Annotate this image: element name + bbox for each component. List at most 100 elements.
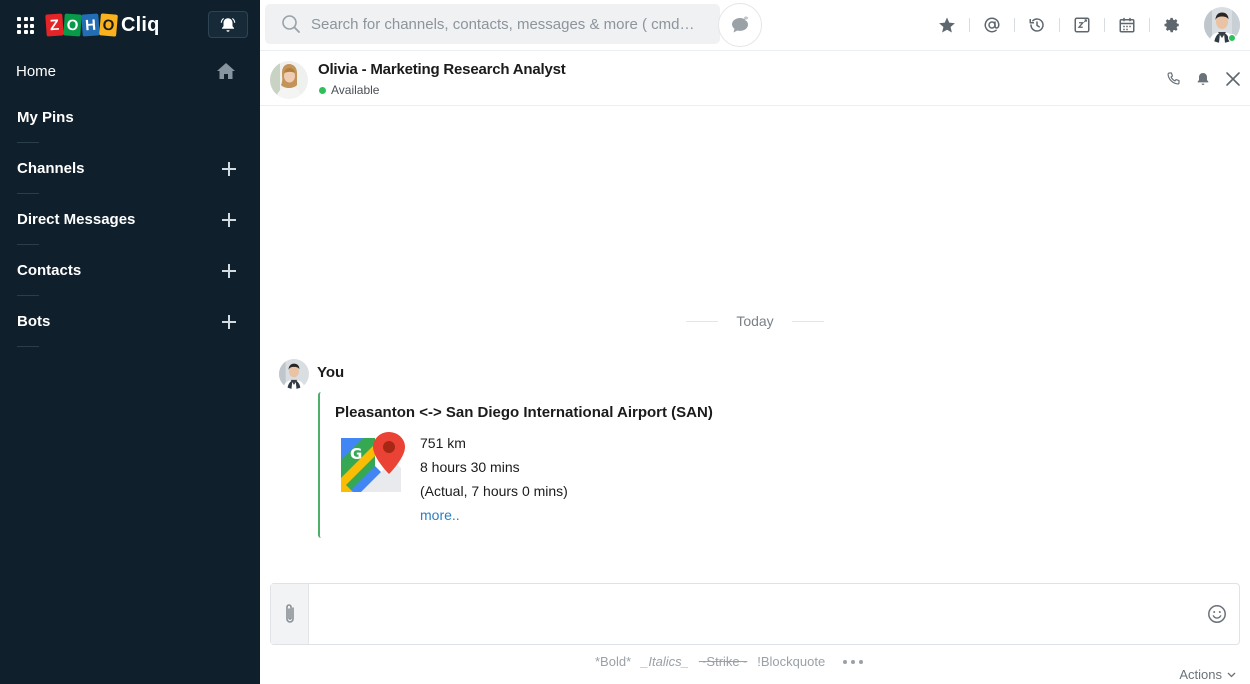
chevron-down-icon	[1227, 672, 1236, 677]
online-status-dot	[1228, 34, 1236, 42]
brand-bar: Z O H O Cliq	[0, 0, 260, 50]
emoji-button[interactable]	[1207, 604, 1227, 624]
chat-header: Olivia - Marketing Research Analyst Avai…	[260, 50, 1250, 106]
plus-icon	[222, 314, 236, 329]
bold-hint: *Bold*	[595, 654, 632, 669]
sidebar-item-direct-messages[interactable]: Direct Messages	[0, 194, 260, 245]
zoho-apps-button[interactable]	[1059, 0, 1104, 50]
contact-name: Olivia - Marketing Research Analyst	[318, 61, 566, 78]
plus-icon	[222, 161, 236, 176]
sidebar-item-label: Contacts	[17, 262, 82, 279]
app-grid-icon[interactable]	[17, 17, 34, 34]
dot-icon	[843, 659, 848, 664]
availability-dot	[319, 86, 326, 94]
sidebar-item-label: Direct Messages	[17, 211, 136, 228]
starred-button[interactable]	[924, 0, 969, 50]
more-formatting-button[interactable]	[843, 659, 864, 664]
add-channel-button[interactable]	[222, 161, 236, 176]
app-window: Z O H O Cliq Home My Pins Channels Direc…	[0, 0, 1250, 684]
add-contact-button[interactable]	[222, 263, 236, 278]
logo-letter-o2: O	[99, 13, 118, 37]
chat-header-actions	[1162, 67, 1244, 91]
day-separator: Today	[685, 313, 825, 329]
status-bubble-icon	[732, 15, 748, 33]
actions-label: Actions	[1179, 667, 1222, 682]
attach-button[interactable]	[271, 584, 309, 644]
dot-icon	[859, 659, 864, 664]
mentions-button[interactable]	[969, 0, 1014, 50]
more-link[interactable]: more..	[420, 506, 568, 530]
italic-hint: _Italics_	[641, 654, 689, 669]
message-sender: You	[317, 364, 345, 381]
separator-line	[791, 320, 824, 322]
sidebar-item-contacts[interactable]: Contacts	[0, 245, 260, 296]
gear-icon	[1164, 17, 1179, 33]
zoho-apps-icon	[1074, 17, 1089, 33]
home-icon	[216, 62, 236, 80]
paperclip-icon	[285, 604, 294, 623]
separator-line	[686, 320, 719, 322]
close-chat-button[interactable]	[1222, 67, 1244, 91]
add-bot-button[interactable]	[222, 314, 236, 329]
user-profile-button[interactable]	[1194, 0, 1250, 50]
sidebar-item-label: Bots	[17, 313, 51, 330]
notifications-button[interactable]	[208, 11, 248, 38]
mute-notifications-button[interactable]	[1192, 67, 1214, 91]
svg-text:G: G	[350, 445, 362, 463]
sidebar-divider	[17, 346, 39, 347]
contact-status: Available	[319, 83, 379, 97]
actions-menu-button[interactable]: Actions	[1179, 667, 1236, 682]
logo-letter-h: H	[81, 13, 100, 37]
sidebar-item-my-pins[interactable]: My Pins	[0, 92, 260, 143]
message-list: Today You Pleasanton <-> San Diego Inter…	[260, 106, 1250, 682]
blockquote-hint: !Blockquote	[757, 654, 826, 669]
duration-value: 8 hours 30 mins	[420, 459, 520, 475]
zoho-logo-letters: Z O H O	[45, 13, 118, 37]
calendar-button[interactable]	[1104, 0, 1149, 50]
message-input[interactable]	[311, 584, 1191, 644]
settings-button[interactable]	[1149, 0, 1194, 50]
bell-icon	[1197, 73, 1209, 85]
sidebar-item-bots[interactable]: Bots	[0, 296, 260, 347]
smiley-icon	[1208, 605, 1226, 623]
sender-avatar[interactable]	[279, 359, 309, 389]
distance-value: 751 km	[420, 435, 466, 451]
search-icon	[282, 15, 300, 33]
phone-icon	[1167, 72, 1180, 85]
sidebar-item-label: My Pins	[17, 109, 74, 126]
day-separator-label: Today	[736, 313, 774, 329]
directions-title: Pleasanton <-> San Diego International A…	[335, 404, 713, 421]
search-input[interactable]: Search for channels, contacts, messages …	[265, 4, 720, 44]
logo-product-name: Cliq	[121, 13, 160, 36]
actual-duration-value: (Actual, 7 hours 0 mins)	[420, 483, 568, 499]
directions-details: 751 km 8 hours 30 mins (Actual, 7 hours …	[420, 434, 568, 530]
sidebar-item-home[interactable]: Home	[0, 50, 260, 92]
history-button[interactable]	[1014, 0, 1059, 50]
contact-status-label: Available	[331, 83, 380, 97]
mention-icon	[984, 17, 1000, 33]
sidebar-item-channels[interactable]: Channels	[0, 143, 260, 194]
call-button[interactable]	[1162, 67, 1184, 91]
search-placeholder: Search for channels, contacts, messages …	[311, 15, 696, 33]
directions-card[interactable]: Pleasanton <-> San Diego International A…	[318, 392, 738, 538]
strike-hint: ~Strike~	[698, 654, 748, 669]
history-icon	[1029, 18, 1044, 32]
status-button[interactable]	[718, 3, 762, 47]
formatting-hints: *Bold* _Italics_ ~Strike~ !Blockquote	[595, 654, 864, 669]
zoho-cliq-logo: Z O H O Cliq	[45, 12, 160, 38]
plus-icon	[222, 263, 236, 278]
calendar-icon	[1119, 17, 1134, 33]
top-icons	[924, 0, 1250, 50]
plus-icon	[222, 212, 236, 227]
logo-letter-o: O	[63, 13, 82, 37]
google-maps-icon: G	[341, 432, 407, 496]
close-icon	[1226, 72, 1240, 86]
contact-avatar[interactable]	[270, 61, 308, 99]
add-direct-message-button[interactable]	[222, 212, 236, 227]
logo-letter-z: Z	[45, 13, 64, 37]
message-composer	[270, 583, 1240, 645]
bell-icon	[220, 17, 236, 32]
sidebar-nav: Home My Pins Channels Direct Messages Co…	[0, 50, 260, 347]
sidebar-item-label: Channels	[17, 160, 85, 177]
top-bar: Search for channels, contacts, messages …	[260, 0, 1250, 50]
